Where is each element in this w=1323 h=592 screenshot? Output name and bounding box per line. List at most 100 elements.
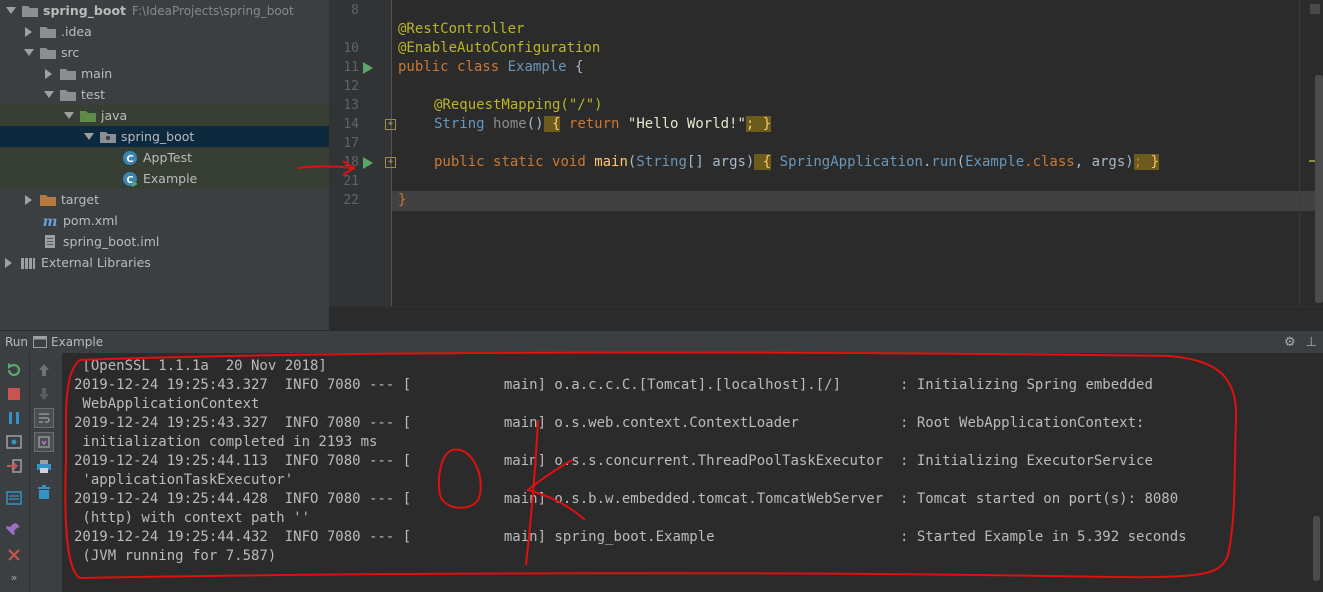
- console-line: 2019-12-24 19:25:43.327 INFO 7080 --- [ …: [74, 415, 1145, 431]
- class-name: Example: [965, 154, 1025, 170]
- code-line: public class Example {: [398, 58, 583, 77]
- folder-icon: [40, 45, 56, 61]
- tree-item-idea[interactable]: .idea: [0, 21, 329, 42]
- tree-item-example[interactable]: C Example: [0, 168, 329, 189]
- close-icon[interactable]: [4, 545, 24, 565]
- tree-item-label: Example: [143, 171, 198, 186]
- svg-text:C: C: [126, 154, 133, 165]
- console-line: initialization completed in 2193 ms: [74, 434, 378, 450]
- params: [] args): [686, 154, 755, 170]
- hide-panel-icon[interactable]: ⊥: [1306, 335, 1317, 350]
- tree-item-main[interactable]: main: [0, 63, 329, 84]
- tree-item-iml[interactable]: spring_boot.iml: [0, 231, 329, 252]
- chevron-right-icon[interactable]: [24, 194, 34, 205]
- run-gutter-icon[interactable]: [363, 157, 373, 169]
- chevron-right-icon[interactable]: [24, 26, 34, 37]
- paren: (: [956, 154, 966, 170]
- line-number: 13: [343, 98, 359, 113]
- project-path: F:\IdeaProjects\spring_boot: [132, 3, 294, 18]
- type: String: [636, 154, 687, 170]
- tree-item-spring-boot-package[interactable]: spring_boot: [0, 126, 329, 147]
- rerun-icon[interactable]: [4, 360, 24, 380]
- chevron-down-icon[interactable]: [64, 111, 74, 121]
- folder-icon: [60, 66, 76, 82]
- maven-icon: m: [42, 213, 58, 229]
- folder-icon: [60, 87, 76, 103]
- chevron-down-icon[interactable]: [44, 90, 54, 100]
- keyword: static: [493, 154, 544, 170]
- tree-item-label: target: [61, 192, 100, 207]
- tree-item-label: .idea: [61, 24, 92, 39]
- package-icon: [100, 129, 116, 145]
- tree-item-label: spring_boot: [43, 3, 127, 18]
- parens: (): [526, 116, 544, 132]
- more-icon[interactable]: »: [4, 567, 24, 587]
- brace: {: [543, 116, 561, 132]
- tree-item-label: java: [101, 108, 128, 123]
- scroll-up-icon[interactable]: [34, 360, 54, 380]
- keyword: void: [552, 154, 586, 170]
- chevron-down-icon[interactable]: [84, 132, 94, 142]
- fold-expand-icon[interactable]: +: [385, 119, 396, 130]
- tree-item-apptest[interactable]: C AppTest: [0, 147, 329, 168]
- code-line: @RequestMapping("/"): [434, 97, 603, 113]
- tree-item-target[interactable]: target: [0, 189, 329, 210]
- line-number: 11: [343, 60, 359, 75]
- tree-item-pom[interactable]: m pom.xml: [0, 210, 329, 231]
- code-editor[interactable]: 8 10 11 12 13 14 17 18 21 22 + + @RestCo…: [329, 0, 1323, 330]
- console-line: (JVM running for 7.587): [74, 548, 277, 564]
- tree-item-label: main: [81, 66, 113, 81]
- tree-item-test[interactable]: test: [0, 84, 329, 105]
- keyword: class: [457, 59, 500, 75]
- trash-icon[interactable]: [34, 482, 54, 502]
- console-output[interactable]: [OpenSSL 1.1.1a 20 Nov 2018] 2019-12-24 …: [62, 353, 1323, 592]
- excluded-folder-icon: [40, 192, 56, 208]
- run-window-label: Run: [5, 335, 29, 349]
- tree-item-label: External Libraries: [41, 255, 151, 270]
- console-line: 2019-12-24 19:25:44.113 INFO 7080 --- [ …: [74, 453, 1153, 469]
- code-line: @EnableAutoConfiguration: [398, 40, 601, 56]
- brace: }: [754, 116, 772, 132]
- chevron-down-icon[interactable]: [6, 6, 16, 16]
- brace: }: [1142, 154, 1160, 170]
- line-number: 21: [343, 174, 359, 189]
- keyword: .class: [1024, 154, 1075, 170]
- line-number: 18: [343, 155, 359, 170]
- gear-icon[interactable]: ⚙: [1284, 335, 1296, 350]
- keyword: public: [434, 154, 485, 170]
- editor-scrollbar[interactable]: [1315, 75, 1323, 303]
- gutter-separator: [391, 0, 392, 306]
- line-number: 10: [343, 41, 359, 56]
- pause-icon[interactable]: [4, 408, 24, 428]
- soft-wrap-icon[interactable]: [34, 408, 54, 428]
- scroll-down-icon[interactable]: [34, 384, 54, 404]
- console-scrollbar-thumb[interactable]: [1313, 516, 1320, 581]
- console-line: 'applicationTaskExecutor': [74, 472, 294, 488]
- project-tree: spring_boot F:\IdeaProjects\spring_boot …: [0, 0, 329, 330]
- fold-expand-icon[interactable]: +: [385, 157, 396, 168]
- print-icon[interactable]: [34, 456, 54, 476]
- scroll-to-end-icon[interactable]: [34, 432, 54, 452]
- right-margin-guide: [1299, 0, 1300, 306]
- chevron-right-icon[interactable]: [44, 68, 54, 79]
- run-gutter-icon[interactable]: [363, 62, 373, 74]
- tree-item-root[interactable]: spring_boot F:\IdeaProjects\spring_boot: [0, 0, 329, 21]
- chevron-down-icon[interactable]: [24, 48, 34, 58]
- tree-item-label: src: [61, 45, 80, 60]
- layout-icon[interactable]: [4, 488, 24, 508]
- dump-threads-icon[interactable]: [4, 432, 24, 452]
- tree-item-java[interactable]: java: [0, 105, 329, 126]
- tree-item-label: spring_boot: [121, 129, 195, 144]
- brace: {: [754, 154, 772, 170]
- inspection-status-icon[interactable]: [1310, 4, 1320, 14]
- stop-icon[interactable]: [4, 384, 24, 404]
- brace: {: [566, 59, 584, 75]
- chevron-right-icon[interactable]: [4, 257, 14, 268]
- pin-icon[interactable]: [4, 519, 24, 539]
- tree-item-src[interactable]: src: [0, 42, 329, 63]
- run-tab-example[interactable]: Example: [51, 335, 103, 349]
- console-line: WebApplicationContext: [74, 396, 260, 412]
- exit-icon[interactable]: [4, 456, 24, 476]
- folder-icon: [22, 3, 38, 19]
- tree-item-external-libraries[interactable]: External Libraries: [0, 252, 329, 273]
